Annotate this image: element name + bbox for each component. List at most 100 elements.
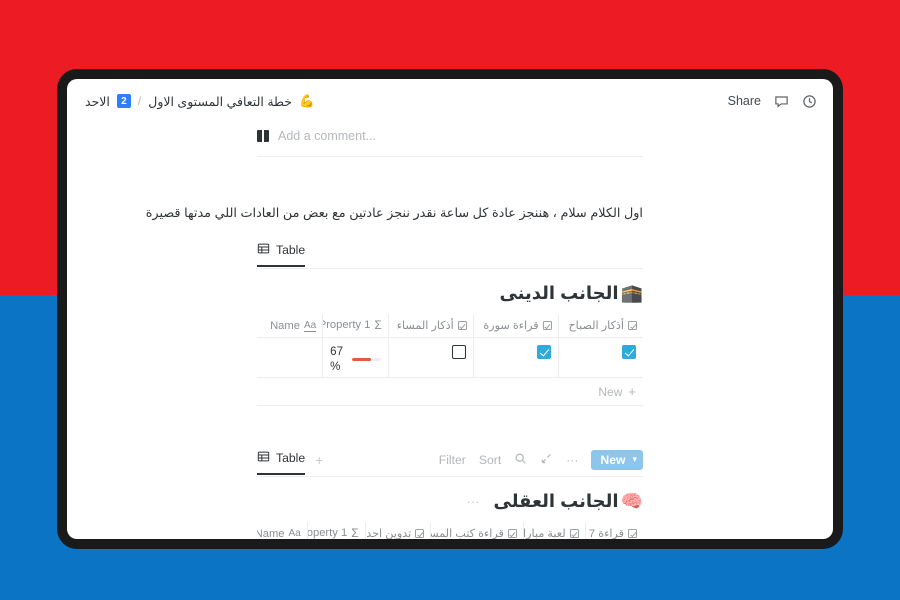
expand-arrow-icon[interactable] xyxy=(540,452,553,468)
database-title-menu[interactable]: ··· xyxy=(467,494,480,509)
clock-history-icon[interactable] xyxy=(802,94,817,109)
column-label: أذكار المساء xyxy=(396,320,454,333)
new-row-label: New xyxy=(598,384,623,399)
cell-checkbox[interactable] xyxy=(557,337,643,379)
app-topbar: 💪 خطة التعافي المستوى الاول / 2 الاحد Sh… xyxy=(67,79,833,123)
page-content: اول الكلام سلام ، هننجز عادة كل ساعة نقد… xyxy=(67,203,833,539)
filter-button[interactable]: Filter xyxy=(439,453,466,467)
aa-text-icon: Aa xyxy=(303,319,317,332)
database-tabbar: Table + Filter Sort ··· New ▾ xyxy=(257,448,643,478)
database-toolbar: Filter Sort ··· New ▾ xyxy=(439,449,643,475)
sigma-icon: Σ xyxy=(374,318,382,333)
database-block-religious: Table 🕋 الجانب الدينى أذكار الصباح قراءة… xyxy=(257,240,643,407)
topbar-actions: Share xyxy=(728,94,817,109)
tab-label: Table xyxy=(276,243,306,258)
column-header[interactable]: قراءة سورة xyxy=(472,314,559,339)
table-header-row: قراءة 7 صفح لعبة مباراة شطرنج قراءة كتب … xyxy=(257,522,643,539)
column-header[interactable]: أذكار الصباح xyxy=(557,314,643,339)
search-icon[interactable] xyxy=(514,452,527,468)
database-title-text: الجانب الدينى xyxy=(499,283,619,304)
column-header[interactable]: قراءة كتب المستوى الاول 5دقائق xyxy=(430,522,524,539)
progress-bar-fill xyxy=(351,358,372,362)
breadcrumb-separator: / xyxy=(137,94,142,108)
column-label: قراءة 7 صفح xyxy=(586,528,624,539)
chevron-down-icon[interactable]: ▾ xyxy=(632,454,637,465)
aa-text-icon: Aa xyxy=(288,527,301,539)
sigma-icon: Σ xyxy=(351,526,359,539)
tab-label: Table xyxy=(276,451,306,466)
table-religious: أذكار الصباح قراءة سورة أذكار المساء Σ P… xyxy=(257,314,643,379)
column-header[interactable]: Aa Name + ··· xyxy=(257,314,323,339)
plus-icon: + xyxy=(628,384,636,400)
database-title-text: الجانب العقلى xyxy=(493,491,619,512)
checkbox-icon xyxy=(628,529,637,539)
database-title-mental: 🧠 الجانب العقلى ··· xyxy=(257,491,644,512)
table-row: 67% xyxy=(257,337,643,379)
add-view-button[interactable]: + xyxy=(315,452,323,473)
topbar-divider xyxy=(257,156,643,157)
add-new-row-button-1[interactable]: + New xyxy=(257,378,643,407)
checkbox-unchecked-icon[interactable] xyxy=(451,345,466,360)
checkbox-icon xyxy=(415,529,425,539)
table-grid-icon xyxy=(257,450,270,466)
table-grid-icon xyxy=(257,242,270,258)
checkbox-icon xyxy=(457,321,467,331)
breadcrumb-page-badge: 2 xyxy=(116,94,131,108)
checkbox-icon xyxy=(569,529,579,539)
new-button-label: New xyxy=(600,452,626,467)
tab-table-view-2[interactable]: Table xyxy=(257,450,306,476)
column-label: لعبة مباراة شطرنج xyxy=(524,528,566,539)
progress-bar-track xyxy=(351,358,381,362)
database-title-emoji: 🕋 xyxy=(620,283,643,304)
tablet-device-frame: 💪 خطة التعافي المستوى الاول / 2 الاحد Sh… xyxy=(57,69,843,549)
column-label: Property 1 xyxy=(307,527,348,539)
column-label: تدوين احداث اليوم xyxy=(366,528,412,539)
tablet-screen: 💪 خطة التعافي المستوى الاول / 2 الاحد Sh… xyxy=(67,79,833,539)
wallpaper-background: 💪 خطة التعافي المستوى الاول / 2 الاحد Sh… xyxy=(0,0,900,600)
column-label: Name xyxy=(257,528,285,539)
share-button[interactable]: Share xyxy=(728,94,761,108)
column-header[interactable]: أذكار المساء xyxy=(387,314,474,339)
cell-name[interactable] xyxy=(257,337,323,379)
breadcrumb: 💪 خطة التعافي المستوى الاول / 2 الاحد xyxy=(85,94,315,109)
rollup-value: 67 xyxy=(330,346,343,359)
checkbox-checked-icon[interactable] xyxy=(622,345,636,360)
database-block-mental: Table + Filter Sort ··· New ▾ 🧠 الجانب ا… xyxy=(257,448,643,539)
comment-bar[interactable]: Add a comment... xyxy=(67,123,833,149)
database-title-religious: 🕋 الجانب الدينى xyxy=(257,283,643,304)
checkbox-icon xyxy=(628,321,637,331)
comment-bubble-icon[interactable] xyxy=(774,94,789,109)
breadcrumb-parent-link[interactable]: خطة التعافي المستوى الاول xyxy=(148,94,292,109)
cell-rollup[interactable]: 67% xyxy=(322,337,389,379)
column-header[interactable]: Σ Property 1 xyxy=(322,314,389,339)
column-label: Property 1 xyxy=(322,319,371,332)
more-dots-icon[interactable]: ··· xyxy=(566,453,578,467)
user-avatar-icon xyxy=(257,130,269,142)
page-paragraph: اول الكلام سلام ، هننجز عادة كل ساعة نقد… xyxy=(145,205,643,220)
rollup-unit: % xyxy=(330,360,341,373)
checkbox-icon xyxy=(507,529,517,539)
database-tabbar: Table xyxy=(257,240,643,270)
column-header[interactable]: Aa Name xyxy=(257,522,308,539)
column-header[interactable]: تدوين احداث اليوم xyxy=(364,522,431,539)
table-mental: قراءة 7 صفح لعبة مباراة شطرنج قراءة كتب … xyxy=(257,522,643,539)
column-header[interactable]: Σ Property 1 xyxy=(306,522,366,539)
column-header[interactable]: لعبة مباراة شطرنج xyxy=(522,522,586,539)
column-header[interactable]: قراءة 7 صفح xyxy=(584,522,643,539)
sort-button[interactable]: Sort xyxy=(479,453,501,467)
column-label: Name xyxy=(270,320,300,333)
breadcrumb-current-page[interactable]: الاحد xyxy=(85,94,110,109)
table-header-row: أذكار الصباح قراءة سورة أذكار المساء Σ P… xyxy=(257,314,643,339)
cell-checkbox[interactable] xyxy=(472,337,559,379)
checkbox-checked-icon[interactable] xyxy=(536,345,551,360)
database-title-emoji: 🧠 xyxy=(620,491,643,512)
add-comment-input[interactable]: Add a comment... xyxy=(278,129,376,143)
tab-table-view-1[interactable]: Table xyxy=(257,242,306,268)
column-label: قراءة سورة xyxy=(483,320,539,333)
column-label: قراءة كتب المستوى الاول 5دقائق xyxy=(432,528,504,539)
cell-checkbox[interactable] xyxy=(387,337,474,379)
breadcrumb-parent-emoji: 💪 xyxy=(299,93,315,108)
column-label: أذكار الصباح xyxy=(568,320,624,333)
rollup-progress: 67% xyxy=(330,345,381,374)
new-entry-button[interactable]: New ▾ xyxy=(591,449,643,470)
